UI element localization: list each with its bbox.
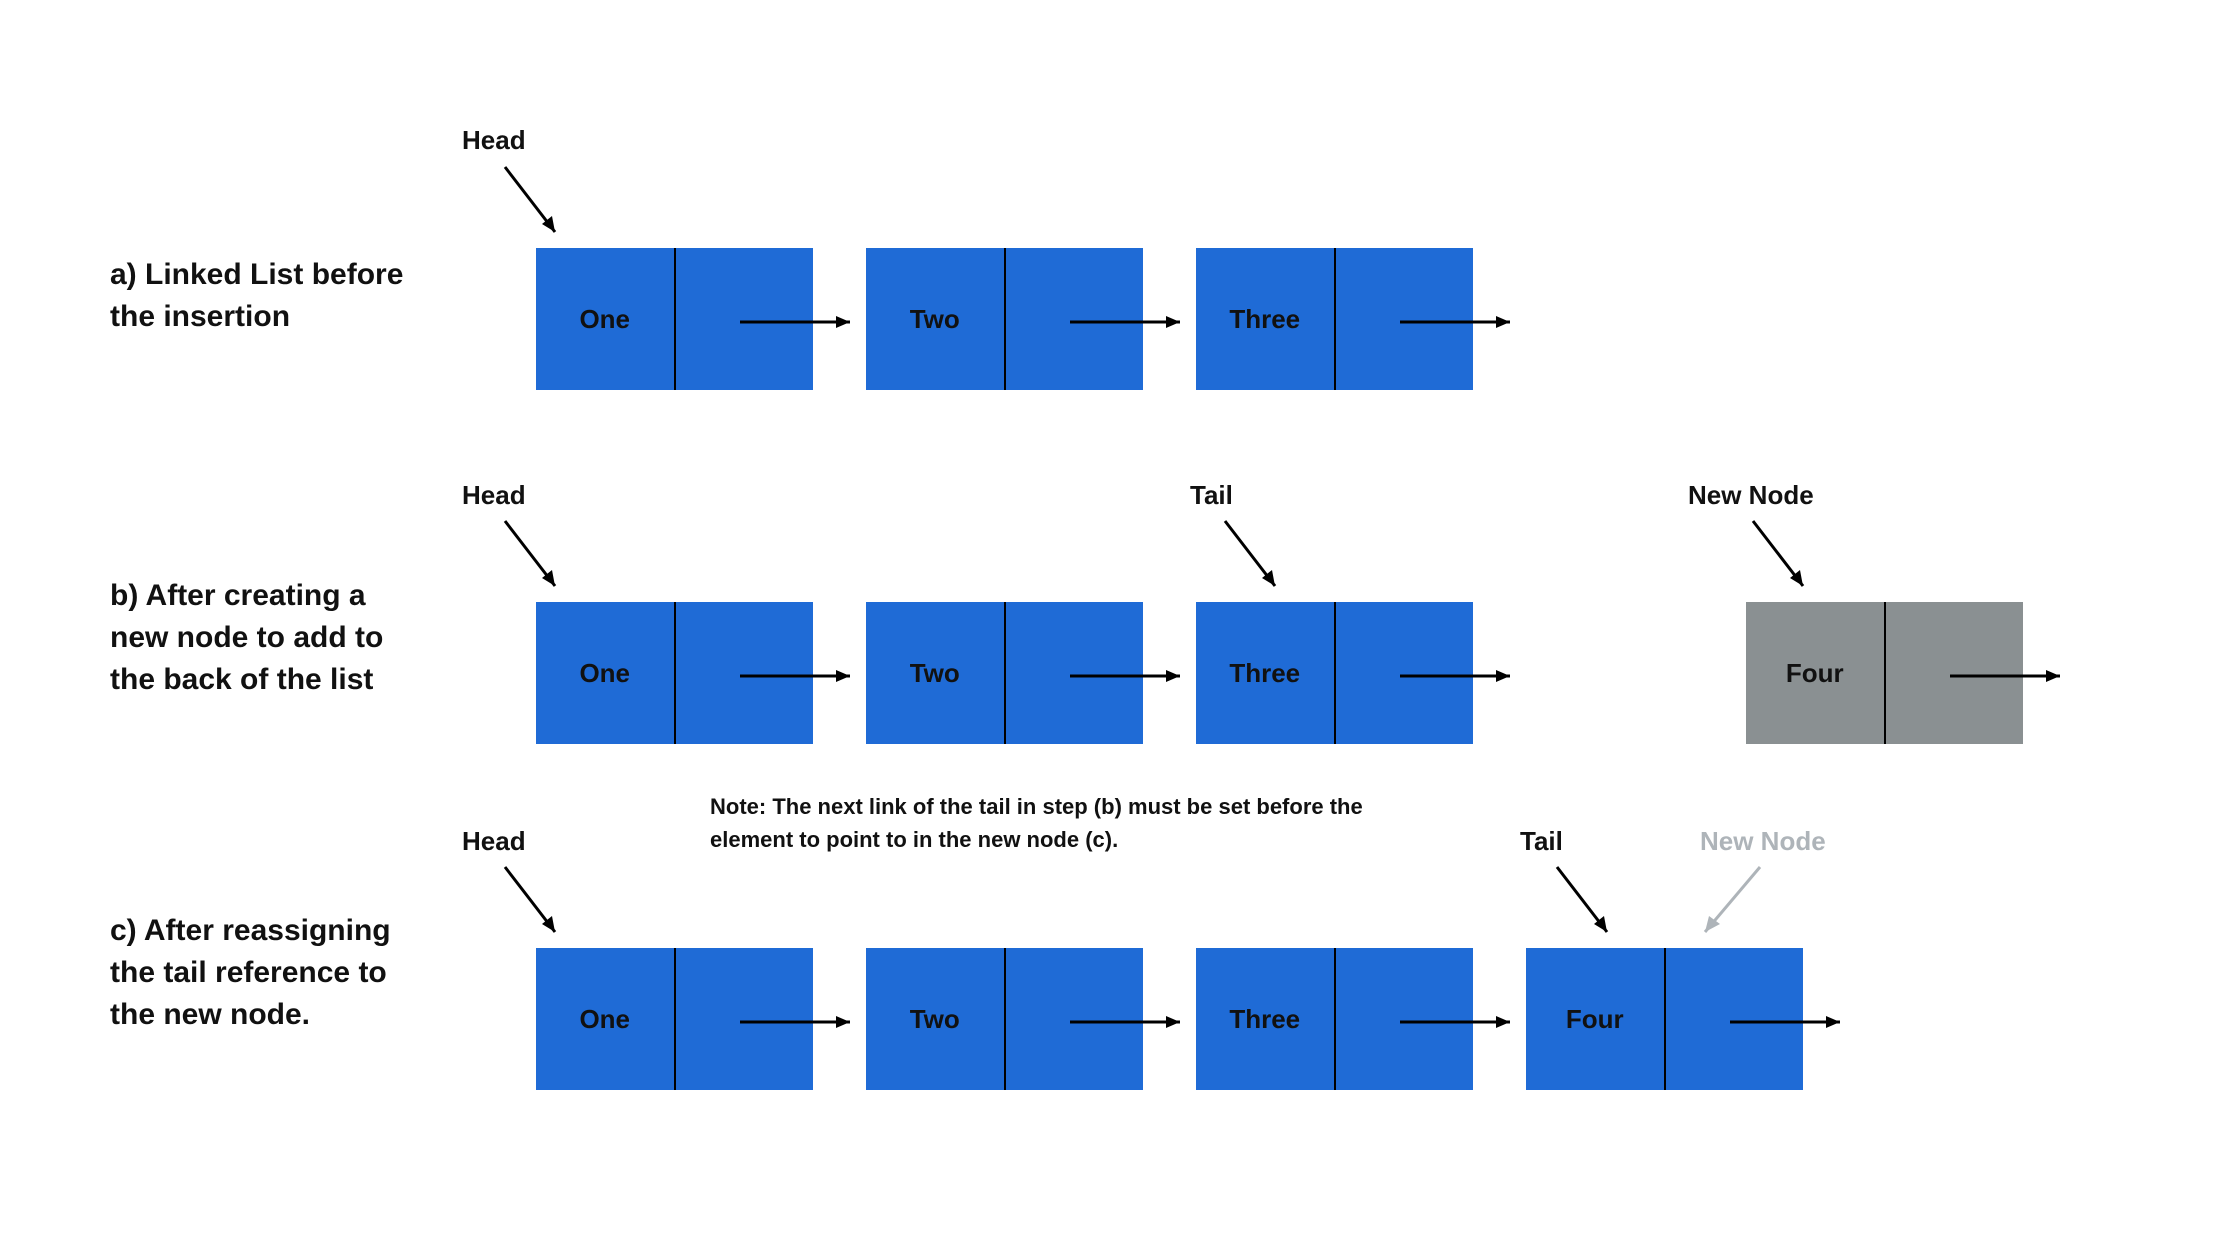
row-a-arrow-1-2 [740, 312, 870, 332]
row-b-tail-label: Tail [1190, 480, 1233, 511]
node-data-cell: Four [1746, 602, 1884, 744]
row-a-head-label: Head [462, 125, 526, 156]
node-data-cell: Three [1196, 248, 1334, 390]
node-data-cell: Two [866, 602, 1004, 744]
row-a-head-arrow [500, 162, 580, 252]
node-value: Three [1229, 304, 1300, 335]
node-value: Two [910, 1004, 960, 1035]
node-value: Four [1566, 1004, 1624, 1035]
node-data-cell: Three [1196, 602, 1334, 744]
row-b-newnode-label: New Node [1688, 480, 1814, 511]
row-b-arrow-3-null [1400, 666, 1530, 686]
row-a-description: a) Linked List before the insertion [110, 254, 410, 338]
row-c-head-label: Head [462, 826, 526, 857]
row-b-newnode-arrow [1748, 516, 1828, 606]
row-b-arrow-1-2 [740, 666, 870, 686]
row-b-description: b) After creating a new node to add to t… [110, 575, 410, 701]
node-value: One [579, 1004, 630, 1035]
row-b-arrow-2-3 [1070, 666, 1200, 686]
node-value: Three [1229, 1004, 1300, 1035]
row-c-arrow-4-null [1730, 1012, 1860, 1032]
row-c-head-arrow [500, 862, 580, 952]
node-data-cell: One [536, 602, 674, 744]
row-c-tail-label: Tail [1520, 826, 1563, 857]
row-c-newnode-arrow [1690, 862, 1780, 952]
node-value: Two [910, 304, 960, 335]
row-b-head-arrow [500, 516, 580, 606]
node-value: One [579, 304, 630, 335]
row-a-arrow-3-null [1400, 312, 1530, 332]
node-value: One [579, 658, 630, 689]
row-c-description: c) After reassigning the tail reference … [110, 910, 410, 1036]
row-c-tail-arrow [1552, 862, 1632, 952]
node-data-cell: Two [866, 948, 1004, 1090]
diagram-canvas: a) Linked List before the insertion Head… [0, 0, 2240, 1260]
row-b-arrow-4-null [1950, 666, 2080, 686]
row-c-note: Note: The next link of the tail in step … [710, 790, 1430, 856]
row-b-tail-arrow [1220, 516, 1300, 606]
node-value: Four [1786, 658, 1844, 689]
node-value: Three [1229, 658, 1300, 689]
row-c-arrow-3-4 [1400, 1012, 1530, 1032]
node-data-cell: One [536, 948, 674, 1090]
node-data-cell: Two [866, 248, 1004, 390]
node-data-cell: One [536, 248, 674, 390]
node-data-cell: Four [1526, 948, 1664, 1090]
row-a-arrow-2-3 [1070, 312, 1200, 332]
node-value: Two [910, 658, 960, 689]
node-data-cell: Three [1196, 948, 1334, 1090]
row-b-head-label: Head [462, 480, 526, 511]
row-c-newnode-label: New Node [1700, 826, 1826, 857]
row-c-arrow-1-2 [740, 1012, 870, 1032]
row-c-arrow-2-3 [1070, 1012, 1200, 1032]
